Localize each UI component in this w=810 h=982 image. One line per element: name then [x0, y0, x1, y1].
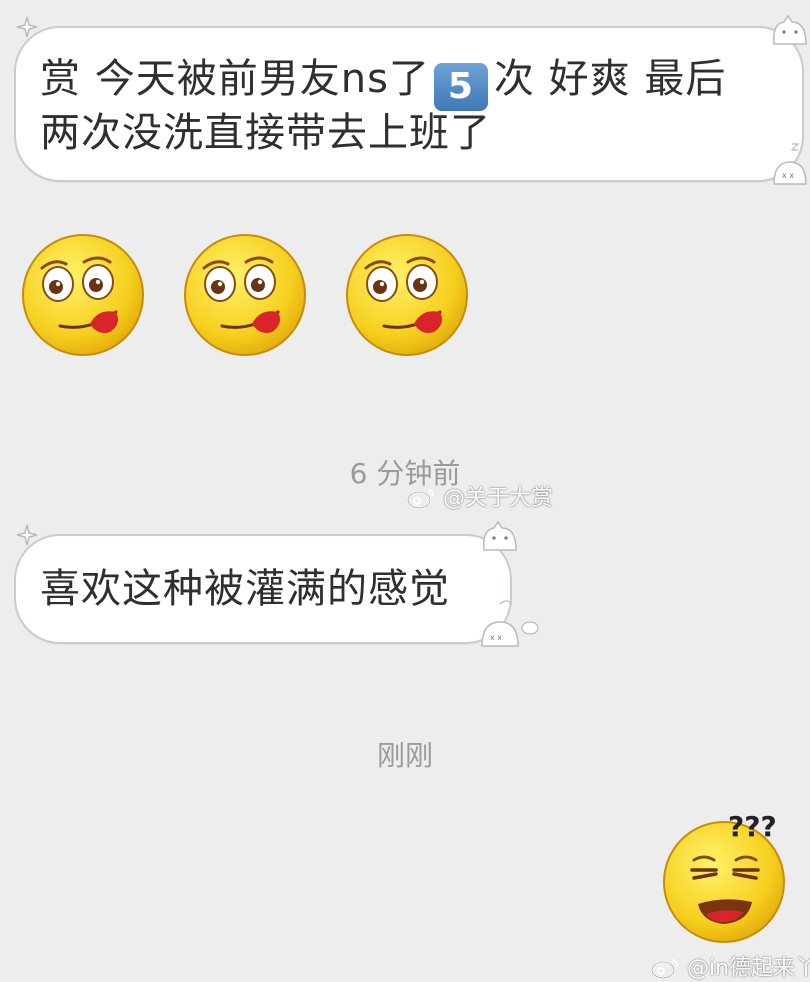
weibo-icon — [407, 489, 434, 509]
ghost-cat-icon — [772, 14, 807, 45]
yum-face-icon — [22, 234, 144, 356]
sparkle-icon — [16, 16, 38, 38]
squint-grin-question-icon: ??? — [663, 810, 785, 943]
message-1-text-part-2: 次 好爽 最后 — [493, 56, 727, 102]
number-five-badge: 5 — [433, 63, 488, 111]
sleeping-blob-icon: x x — [773, 143, 807, 185]
yum-face-icon — [184, 234, 306, 356]
message-1-line-2: 两次没洗直接带去上班了 — [40, 110, 491, 156]
message-2-text: 喜欢这种被灌满的感觉 — [40, 566, 450, 612]
svg-text:x x: x x — [490, 633, 502, 642]
svg-text:x x: x x — [782, 171, 794, 180]
watermark-text: @关于大赏 — [443, 486, 554, 511]
sleeping-blob-icon: x x — [481, 600, 539, 647]
ghost-cat-icon — [482, 520, 517, 551]
sparkle-icon — [16, 524, 38, 546]
timestamp: 刚刚 — [376, 739, 433, 772]
question-marks: ??? — [728, 810, 777, 843]
yum-face-icon — [346, 234, 468, 356]
watermark: @in德起来丫 — [650, 950, 810, 982]
watermark: @关于大赏 — [406, 480, 553, 512]
message-1-line-1: 赏 今天被前男友ns了 5 次 好爽 最后 — [40, 52, 726, 111]
weibo-icon — [651, 959, 678, 979]
timestamp: 6 分钟前 — [349, 457, 461, 490]
message-1-text-part-1: 赏 今天被前男友ns了 — [40, 56, 430, 102]
watermark-text: @in德起来丫 — [687, 956, 810, 981]
